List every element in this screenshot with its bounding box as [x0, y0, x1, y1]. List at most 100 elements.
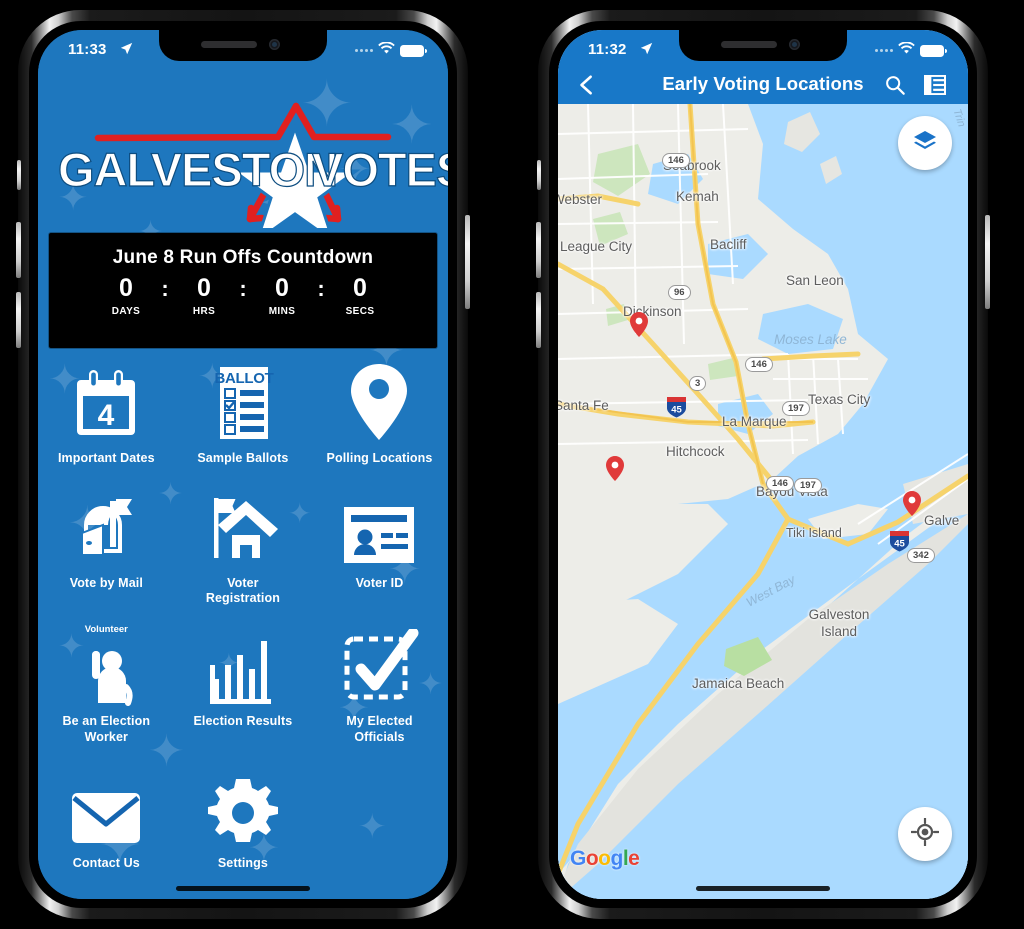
signal-dots-icon [355, 49, 373, 52]
front-camera [269, 39, 280, 50]
tile-be-an-election-worker[interactable]: Volunteer Be an Election Worker [38, 621, 175, 745]
interstate-shield: 45 [887, 528, 912, 553]
tile-label: Sample Ballots [197, 451, 289, 465]
countdown-title: June 8 Run Offs Countdown [112, 247, 374, 268]
map-label: Webster [558, 192, 603, 207]
tile-election-results[interactable]: Election Results [175, 621, 312, 745]
map-label: Santa Fe [558, 398, 609, 413]
layers-button[interactable] [898, 116, 952, 170]
menu-row-3: Volunteer Be an Election Worker Election… [38, 621, 448, 745]
search-icon[interactable] [884, 74, 906, 96]
signal-dots-icon [875, 49, 893, 52]
countdown-mins-value: 0 [275, 274, 289, 302]
countdown-separator: : [239, 276, 247, 301]
volume-up-button[interactable] [536, 222, 541, 278]
house-flag-icon [175, 487, 312, 569]
tile-important-dates[interactable]: 4 Important Dates [38, 358, 175, 467]
power-button[interactable] [985, 215, 990, 309]
map-label: Galve [924, 513, 960, 528]
earpiece-speaker [201, 41, 257, 48]
map-label: San Leon [786, 273, 844, 288]
tile-label: Voter Registration [205, 575, 280, 606]
front-camera [789, 39, 800, 50]
home-indicator[interactable] [696, 886, 830, 891]
tile-vote-by-mail[interactable]: Vote by Mail [38, 483, 175, 607]
svg-text:VOTES: VOTES [312, 143, 448, 196]
countdown-separator: : [317, 276, 325, 301]
phone-device-left: ✦ ✦ ✦ ✦ ✦ ✦ ✦ ✦ ✦ ✦ ✦ ✦ ✦ ✦ ✦ ✦ ✦ ✦ 11:3… [16, 10, 470, 919]
countdown-days-label: DAYS [111, 305, 141, 317]
device-notch-left [159, 30, 327, 61]
map-label: Bacliff [710, 237, 747, 252]
phone-bezel-right: 11:32 Early Voting Locations Seabrook Ke… [549, 21, 977, 908]
map-label: Jamaica Beach [692, 676, 785, 691]
earpiece-speaker [721, 41, 777, 48]
mailbox-icon [38, 487, 175, 569]
tile-label: Contact Us [72, 856, 140, 871]
tile-label: Election Results [193, 713, 293, 728]
menu-row-4: Contact Us Settings [38, 763, 448, 872]
calendar-badge-number: 4 [98, 399, 115, 432]
route-shield: 146 [766, 476, 794, 491]
countdown-cell-hrs: 0 HRS [173, 274, 235, 316]
volume-up-button[interactable] [16, 222, 21, 278]
phone-device-right: 11:32 Early Voting Locations Seabrook Ke… [536, 10, 990, 919]
countdown-days-value: 0 [119, 274, 133, 302]
tile-my-elected-officials[interactable]: My Elected Officials [311, 621, 448, 745]
google-map[interactable]: Seabrook Kemah Webster League City Bacli… [558, 104, 968, 899]
my-location-button[interactable] [898, 807, 952, 861]
countdown-cell-mins: 0 MINS [251, 274, 313, 316]
volume-down-button[interactable] [16, 292, 21, 348]
silent-switch[interactable] [537, 160, 541, 190]
route-shield: 3 [689, 376, 707, 391]
tile-voter-id[interactable]: Voter ID [311, 483, 448, 607]
id-card-icon [311, 487, 448, 569]
gear-icon [175, 767, 312, 849]
countdown-secs-label: SECS [345, 305, 375, 317]
tile-polling-locations[interactable]: Polling Locations [311, 358, 448, 467]
tile-sample-ballots[interactable]: BALLOT Sample Ballots [175, 358, 312, 467]
tile-label: Settings [217, 856, 268, 871]
countdown-cell-secs: 0 SECS [329, 274, 391, 317]
status-time: 11:32 [588, 41, 627, 58]
menu-row-2: Vote by Mail Voter Registration Voter ID [38, 483, 448, 607]
home-indicator[interactable] [176, 886, 310, 891]
map-label: Hitchcock [666, 444, 725, 459]
tile-settings[interactable]: Settings [175, 763, 312, 872]
app-logo: GALVESTON VOTES [38, 76, 448, 228]
tile-contact-us[interactable]: Contact Us [38, 763, 175, 872]
tile-voter-registration[interactable]: Voter Registration [175, 483, 312, 607]
volume-down-button[interactable] [536, 292, 541, 348]
home-screen: ✦ ✦ ✦ ✦ ✦ ✦ ✦ ✦ ✦ ✦ ✦ ✦ ✦ ✦ ✦ ✦ ✦ ✦ 11:3… [38, 30, 448, 899]
countdown-row: 0 DAYS : 0 HRS : 0 MINS: 0 SECS [49, 274, 437, 317]
bar-chart-icon [175, 625, 312, 707]
list-view-icon[interactable] [924, 74, 946, 96]
map-label: Tiki Island [786, 526, 842, 540]
status-indicators [355, 41, 427, 59]
svg-text:GALVESTON: GALVESTON [58, 143, 337, 196]
wifi-icon [898, 41, 915, 59]
page-title: Early Voting Locations [662, 73, 864, 94]
screenshot-canvas: ✦ ✦ ✦ ✦ ✦ ✦ ✦ ✦ ✦ ✦ ✦ ✦ ✦ ✦ ✦ ✦ ✦ ✦ 11:3… [0, 0, 1024, 929]
map-label: La Marque [722, 414, 787, 429]
status-indicators [875, 41, 947, 59]
map-marker-pin[interactable] [903, 491, 921, 516]
tile-label: Important Dates [57, 451, 155, 465]
map-marker-pin[interactable] [606, 456, 624, 481]
screen-left: ✦ ✦ ✦ ✦ ✦ ✦ ✦ ✦ ✦ ✦ ✦ ✦ ✦ ✦ ✦ ✦ ✦ ✦ 11:3… [38, 30, 448, 899]
countdown-panel: June 8 Run Offs Countdown 0 DAYS : 0 HRS [49, 233, 437, 348]
device-notch-right [679, 30, 847, 61]
tile-label: Vote by Mail [69, 575, 143, 590]
map-marker-pin[interactable] [630, 312, 648, 337]
my-location-icon [910, 816, 940, 851]
power-button[interactable] [465, 215, 470, 309]
silent-switch[interactable] [17, 160, 21, 190]
menu-grid: 4 Important Dates BALLOT Sample Ballots … [38, 358, 448, 872]
tile-label: My Elected Officials [346, 713, 413, 744]
route-shield: 197 [794, 478, 822, 493]
battery-icon [920, 44, 947, 57]
envelope-icon [38, 767, 175, 849]
volunteer-tag: Volunteer [84, 623, 128, 635]
tile-label: Voter ID [355, 575, 404, 590]
countdown-separator: : [161, 276, 169, 301]
